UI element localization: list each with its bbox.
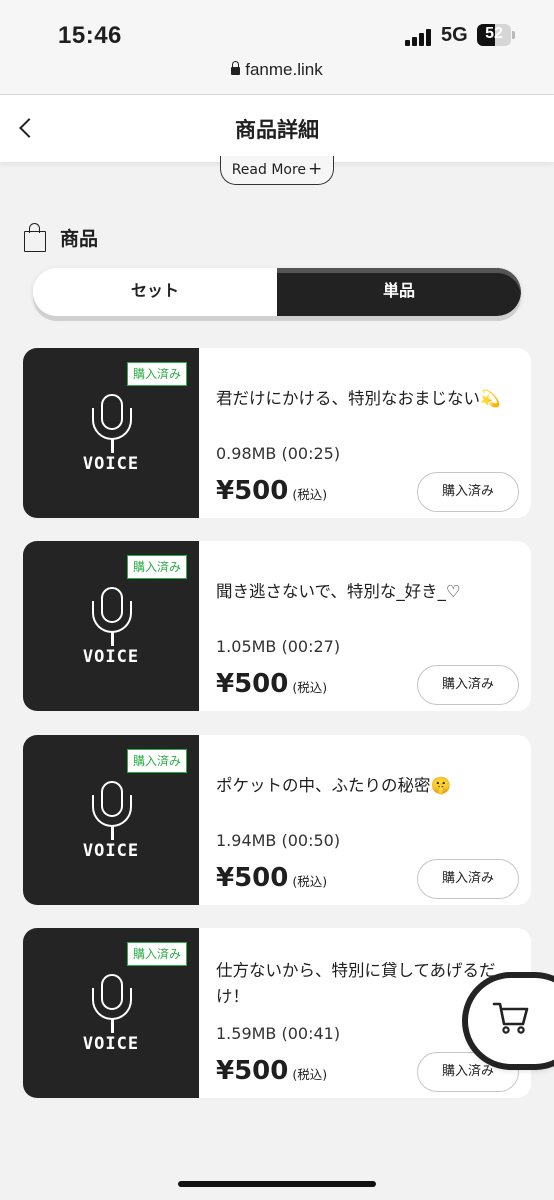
shopping-bag-icon (24, 222, 46, 252)
product-info: ポケットの中、ふたりの秘密🤫 1.94MB (00:50) ¥500 (税込) 購… (216, 735, 519, 905)
price: ¥500 (税込) (216, 669, 327, 699)
voice-label: VOICE (82, 647, 140, 667)
cart-icon (492, 1002, 529, 1034)
section-title: 商品 (60, 227, 99, 250)
file-size: 1.05MB (00:27) (216, 637, 341, 656)
product-name: ポケットの中、ふたりの秘密🤫 (216, 776, 452, 795)
signal-icon (405, 28, 435, 46)
purchased-button[interactable]: 購入済み (417, 859, 519, 899)
product-card[interactable]: 購入済み VOICE ポケットの中、ふたりの秘密🤫 1.94MB (00:50)… (23, 735, 531, 905)
voice-label: VOICE (82, 454, 140, 474)
price: ¥500 (税込) (216, 476, 327, 506)
microphone-icon (92, 781, 132, 843)
battery-icon: 52 (477, 24, 511, 46)
page-header: 商品詳細 (0, 95, 554, 162)
product-info: 聞き逃さないで、特別な_好き_♡ 1.05MB (00:27) ¥500 (税込)… (216, 541, 519, 711)
product-name: 君だけにかける、特別なおまじない💫 (216, 389, 501, 408)
read-more-button[interactable]: Read More + (220, 156, 334, 185)
purchased-button[interactable]: 購入済み (417, 472, 519, 512)
purchased-badge: 購入済み (126, 362, 187, 386)
price-value: ¥500 (216, 669, 289, 699)
file-size: 0.98MB (00:25) (216, 444, 341, 463)
file-size: 1.94MB (00:50) (216, 831, 341, 850)
product-card[interactable]: 購入済み VOICE 君だけにかける、特別なおまじない💫 0.98MB (00:… (23, 348, 531, 518)
voice-label: VOICE (82, 1034, 140, 1054)
tab-set[interactable]: セット (33, 268, 277, 316)
product-card[interactable]: 購入済み VOICE 聞き逃さないで、特別な_好き_♡ 1.05MB (00:2… (23, 541, 531, 711)
battery-tip (512, 31, 515, 39)
url-bar[interactable]: fanme.link (0, 60, 554, 80)
purchased-badge: 購入済み (126, 555, 187, 579)
price-value: ¥500 (216, 476, 289, 506)
product-card[interactable]: 購入済み VOICE 仕方ないから、特別に貸してあげるだけ！ 1.59MB (0… (23, 928, 531, 1098)
section-header: 商品 (24, 222, 98, 252)
product-tabs: セット 単品 (33, 268, 521, 316)
lock-icon (231, 61, 241, 75)
product-thumbnail[interactable]: 購入済み VOICE (23, 928, 199, 1098)
purchased-button[interactable]: 購入済み (417, 665, 519, 705)
home-indicator (178, 1181, 376, 1187)
status-time: 15:46 (58, 22, 122, 49)
price: ¥500 (税込) (216, 863, 327, 893)
status-bar: 15:46 5G 52 fanme.link (0, 0, 554, 95)
tab-single[interactable]: 単品 (277, 268, 521, 316)
price-value: ¥500 (216, 1056, 289, 1086)
page-title: 商品詳細 (235, 118, 319, 142)
purchased-badge: 購入済み (126, 749, 187, 773)
microphone-icon (92, 974, 132, 1036)
plus-icon: + (308, 159, 323, 179)
tax-label: (税込) (292, 1067, 328, 1082)
battery-level: 52 (485, 25, 503, 42)
tax-label: (税込) (292, 874, 328, 889)
file-size: 1.59MB (00:41) (216, 1024, 341, 1043)
product-thumbnail[interactable]: 購入済み VOICE (23, 735, 199, 905)
tax-label: (税込) (292, 487, 328, 502)
product-info: 君だけにかける、特別なおまじない💫 0.98MB (00:25) ¥500 (税込… (216, 348, 519, 518)
url-domain: fanme.link (245, 60, 323, 79)
voice-label: VOICE (82, 841, 140, 861)
price: ¥500 (税込) (216, 1056, 327, 1086)
cart-button[interactable] (468, 978, 554, 1064)
product-thumbnail[interactable]: 購入済み VOICE (23, 541, 199, 711)
tax-label: (税込) (292, 680, 328, 695)
read-more-label: Read More (231, 162, 307, 178)
purchased-badge: 購入済み (126, 942, 187, 966)
network-type: 5G (441, 24, 468, 46)
microphone-icon (92, 587, 132, 649)
microphone-icon (92, 394, 132, 456)
product-name: 聞き逃さないで、特別な_好き_♡ (216, 582, 461, 601)
product-thumbnail[interactable]: 購入済み VOICE (23, 348, 199, 518)
price-value: ¥500 (216, 863, 289, 893)
